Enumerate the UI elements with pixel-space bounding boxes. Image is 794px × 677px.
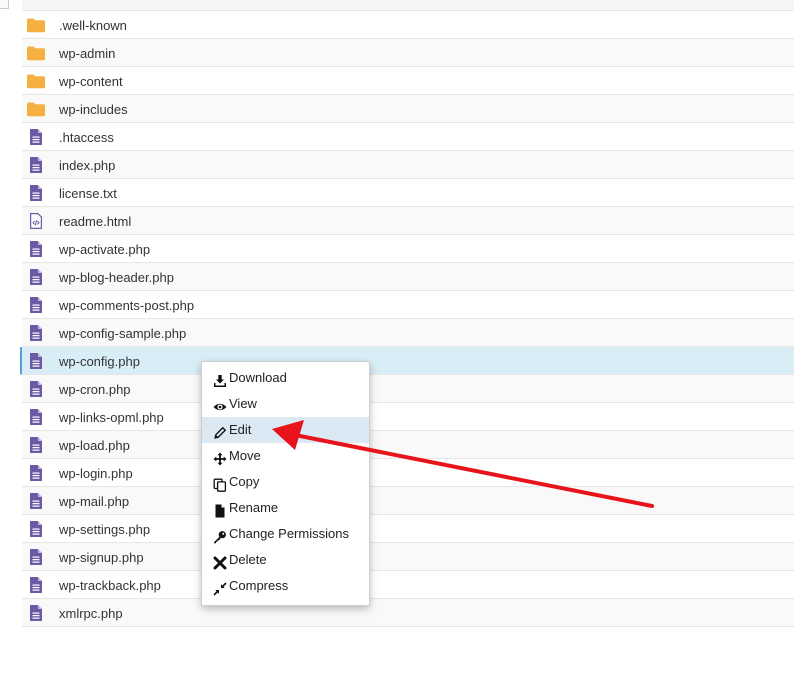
file-text-icon: [27, 549, 45, 565]
file-name[interactable]: wp-links-opml.php: [59, 410, 164, 425]
file-list: .well-known wp-admin wp-content wp-includes…: [20, 0, 794, 677]
file-row[interactable]: .htaccess: [22, 123, 794, 151]
file-text-icon: [27, 381, 45, 397]
menu-item-label: Rename: [229, 500, 279, 515]
file-name[interactable]: index.php: [59, 158, 115, 173]
file-name[interactable]: wp-settings.php: [59, 522, 150, 537]
file-list-header-strip: [22, 0, 794, 11]
menu-item-copy[interactable]: Copy: [202, 469, 369, 495]
file-text-icon: [27, 269, 45, 285]
file-text-icon: [27, 409, 45, 425]
file-text-icon: [27, 465, 45, 481]
file-row[interactable]: wp-load.php: [22, 431, 794, 459]
menu-item-label: Move: [229, 448, 261, 463]
file-code-icon: [27, 213, 45, 229]
file-text-icon: [27, 521, 45, 537]
folder-icon: [27, 45, 45, 61]
file-text-icon: [27, 297, 45, 313]
menu-item-label: Copy: [229, 474, 260, 489]
file-name[interactable]: license.txt: [59, 186, 117, 201]
file-row[interactable]: wp-trackback.php: [22, 571, 794, 599]
file-text-icon: [27, 185, 45, 201]
file-name[interactable]: wp-mail.php: [59, 494, 129, 509]
menu-item-label: Download: [229, 370, 287, 385]
file-row[interactable]: wp-admin: [22, 39, 794, 67]
file-row[interactable]: wp-blog-header.php: [22, 263, 794, 291]
file-text-icon: [27, 493, 45, 509]
menu-item-move[interactable]: Move: [202, 443, 369, 469]
file-row[interactable]: .well-known: [22, 11, 794, 39]
menu-item-download[interactable]: Download: [202, 365, 369, 391]
file-row[interactable]: wp-cron.php: [22, 375, 794, 403]
menu-item-label: Delete: [229, 552, 267, 567]
x-icon: [213, 553, 227, 570]
file-name[interactable]: xmlrpc.php: [59, 606, 123, 621]
file-row[interactable]: license.txt: [22, 179, 794, 207]
file-row[interactable]: wp-content: [22, 67, 794, 95]
eye-icon: [213, 397, 227, 411]
left-panel-edge: [0, 0, 23, 676]
file-name[interactable]: .well-known: [59, 18, 127, 33]
menu-item-label: Change Permissions: [229, 526, 349, 541]
file-row[interactable]: wp-links-opml.php: [22, 403, 794, 431]
file-row[interactable]: wp-mail.php: [22, 487, 794, 515]
menu-item-delete[interactable]: Delete: [202, 547, 369, 573]
file-list-empty-area: [22, 627, 794, 677]
file-text-icon: [27, 129, 45, 145]
menu-item-change-permissions[interactable]: Change Permissions: [202, 521, 369, 547]
file-text-icon: [27, 325, 45, 341]
file-text-icon: [27, 353, 45, 369]
file-row[interactable]: xmlrpc.php: [22, 599, 794, 627]
menu-item-view[interactable]: View: [202, 391, 369, 417]
folder-icon: [27, 73, 45, 89]
file-row[interactable]: wp-config-sample.php: [22, 319, 794, 347]
file-name[interactable]: wp-content: [59, 74, 123, 89]
file-text-icon: [27, 157, 45, 173]
file-name[interactable]: wp-blog-header.php: [59, 270, 174, 285]
file-name[interactable]: wp-comments-post.php: [59, 298, 194, 313]
file-name[interactable]: wp-login.php: [59, 466, 133, 481]
file-row[interactable]: wp-signup.php: [22, 543, 794, 571]
key-icon: [213, 527, 227, 544]
folder-icon: [27, 101, 45, 117]
file-name[interactable]: wp-activate.php: [59, 242, 150, 257]
file-name[interactable]: wp-signup.php: [59, 550, 144, 565]
file-row[interactable]: index.php: [22, 151, 794, 179]
menu-item-edit[interactable]: Edit: [202, 417, 369, 443]
file-name[interactable]: wp-includes: [59, 102, 128, 117]
context-menu: Download View Edit Move Copy Rename Change Per…: [201, 361, 370, 606]
file-text-icon: [27, 437, 45, 453]
file-row[interactable]: wp-comments-post.php: [22, 291, 794, 319]
file-row[interactable]: wp-includes: [22, 95, 794, 123]
file-row[interactable]: wp-settings.php: [22, 515, 794, 543]
file-row[interactable]: wp-login.php: [22, 459, 794, 487]
file-name[interactable]: .htaccess: [59, 130, 114, 145]
compress-icon: [213, 579, 227, 596]
file-name[interactable]: wp-trackback.php: [59, 578, 161, 593]
file-text-icon: [27, 241, 45, 257]
file-name[interactable]: readme.html: [59, 214, 131, 229]
panel-corner: [0, 0, 9, 9]
move-arrows-icon: [213, 449, 227, 466]
file-name[interactable]: wp-config.php: [59, 354, 140, 369]
file-text-icon: [27, 577, 45, 593]
copy-icon: [213, 475, 227, 492]
file-name[interactable]: wp-admin: [59, 46, 115, 61]
download-icon: [213, 371, 227, 387]
folder-icon: [27, 17, 45, 33]
menu-item-rename[interactable]: Rename: [202, 495, 369, 521]
file-name[interactable]: wp-cron.php: [59, 382, 131, 397]
menu-item-label: Compress: [229, 578, 289, 593]
file-row[interactable]: readme.html: [22, 207, 794, 235]
menu-item-compress[interactable]: Compress: [202, 573, 369, 599]
file-name[interactable]: wp-config-sample.php: [59, 326, 186, 341]
file-row[interactable]: wp-activate.php: [22, 235, 794, 263]
pencil-icon: [213, 423, 227, 439]
menu-item-label: Edit: [229, 422, 252, 437]
file-text-icon: [27, 605, 45, 621]
file-name[interactable]: wp-load.php: [59, 438, 130, 453]
file-rename-icon: [213, 501, 227, 518]
menu-item-label: View: [229, 396, 257, 411]
file-row[interactable]: wp-config.php: [20, 347, 794, 375]
